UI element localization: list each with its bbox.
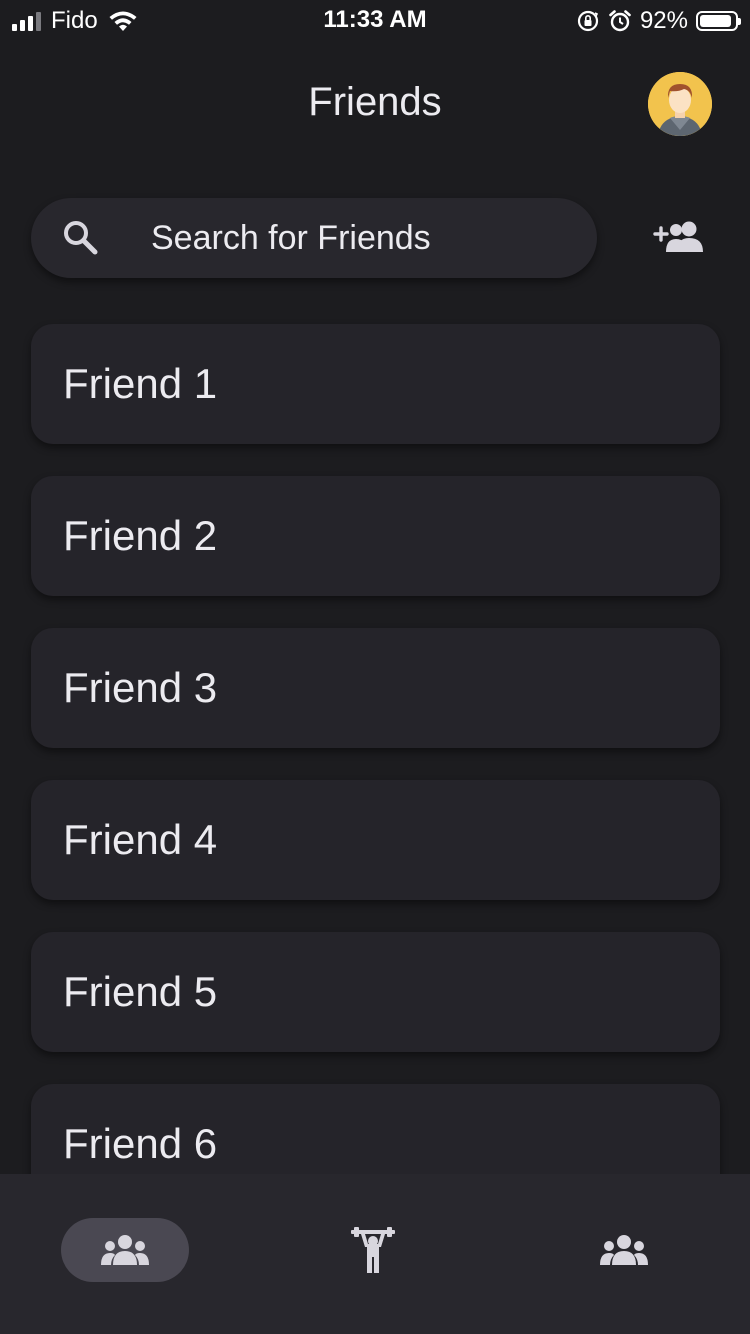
friends-screen: Fido 11:33 AM 92% Friends Search for Fri… (0, 0, 750, 1334)
friend-list-item[interactable]: Friend 1 (31, 324, 720, 444)
add-friend-icon (653, 221, 703, 252)
search-input[interactable] (151, 198, 571, 278)
status-bar: Fido 11:33 AM 92% (0, 0, 750, 42)
friend-name: Friend 2 (63, 512, 218, 559)
orientation-lock-icon (577, 10, 599, 32)
weightlifting-icon (351, 1227, 395, 1273)
nav-tab-friends[interactable] (61, 1218, 189, 1282)
user-avatar-icon[interactable] (648, 72, 712, 136)
friend-list: Friend 1 Friend 2 Friend 3 Friend 4 Frie… (31, 324, 720, 1236)
nav-tab-groups[interactable] (560, 1218, 688, 1282)
friend-name: Friend 3 (63, 664, 218, 711)
friend-name: Friend 1 (63, 360, 218, 407)
search-icon[interactable] (61, 218, 101, 258)
friend-name: Friend 5 (63, 968, 218, 1015)
bottom-nav (0, 1174, 750, 1334)
page-title: Friends (308, 80, 442, 124)
status-right: 92% (576, 6, 741, 36)
search-bar (31, 198, 597, 278)
friend-list-item[interactable]: Friend 2 (31, 476, 720, 596)
groups-icon (600, 1235, 648, 1265)
add-friend-button[interactable] (648, 214, 710, 262)
friend-list-item[interactable]: Friend 5 (31, 932, 720, 1052)
alarm-icon (609, 10, 631, 32)
friend-list-item[interactable]: Friend 3 (31, 628, 720, 748)
friend-name: Friend 4 (63, 816, 218, 863)
friend-name: Friend 6 (63, 1120, 218, 1167)
friends-icon (101, 1235, 149, 1265)
battery-percent: 92% (639, 7, 688, 34)
avatar-illustration (648, 72, 712, 136)
friend-list-item[interactable]: Friend 4 (31, 780, 720, 900)
battery-icon (696, 11, 741, 31)
nav-tab-workout[interactable] (309, 1218, 437, 1282)
